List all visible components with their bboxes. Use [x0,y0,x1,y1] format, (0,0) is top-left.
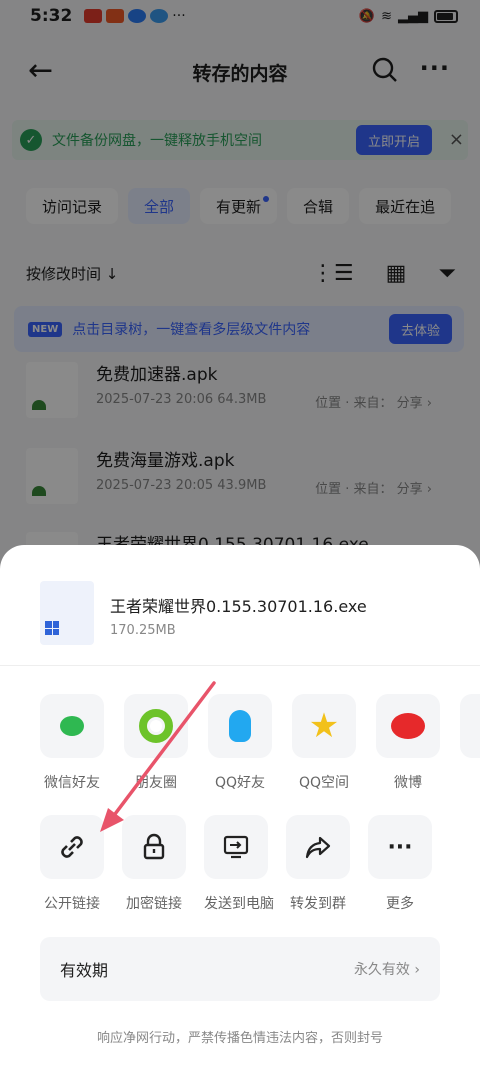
validity-value: 永久有效 › [353,962,420,978]
share-label: 朋友圈 [135,775,177,791]
public-link-button[interactable]: 公开链接 [40,815,124,913]
share-row-actions: 公开链接 加密链接 发送到电脑 转发到群 ··· 更多 [40,815,452,913]
share-label: 微信好友 [44,775,100,791]
share-weibo[interactable]: 微博 [376,694,460,792]
more-icon: ··· [368,815,432,879]
share-row-social: 微信好友 朋友圈 QQ好友 ★ QQ空间 微博 [40,694,460,792]
wechat-icon [40,694,104,758]
validity-label: 有效期 [60,961,109,980]
moments-icon [124,694,188,758]
qzone-icon: ★ [292,694,356,758]
share-label: QQ好友 [214,775,266,791]
more-share-button[interactable]: ··· 更多 [368,815,452,913]
link-icon [40,815,104,879]
footer-note: 响应净网行动，严禁传播色情违法内容，否则封号 [96,1031,383,1046]
share-label: QQ空间 [298,775,350,791]
share-label: 加密链接 [126,896,182,912]
send-to-pc-icon [204,815,268,879]
share-label: 转发到群 [290,896,346,912]
share-item-partial[interactable] [460,694,480,758]
lock-icon [122,815,186,879]
forward-to-group-button[interactable]: 转发到群 [286,815,370,913]
share-label: 发送到电脑 [204,896,274,912]
share-label: 公开链接 [44,896,100,912]
share-moments[interactable]: 朋友圈 [124,694,208,792]
share-sheet: 王者荣耀世界0.155.30701.16.exe 170.25MB 微信好友 朋… [0,545,480,1067]
encrypted-link-button[interactable]: 加密链接 [122,815,206,913]
exe-file-icon [40,581,94,645]
share-label: 微博 [394,775,422,791]
qq-icon [208,694,272,758]
forward-icon [286,815,350,879]
share-label: 更多 [386,896,414,912]
validity-setting[interactable]: 有效期 永久有效 › [40,937,440,1001]
divider [0,665,480,666]
sheet-file-size: 170.25MB [110,623,176,638]
sheet-file-name: 王者荣耀世界0.155.30701.16.exe [110,597,367,616]
send-to-pc-button[interactable]: 发送到电脑 [204,815,288,913]
sheet-file-info [40,581,94,645]
share-wechat-friend[interactable]: 微信好友 [40,694,124,792]
weibo-icon [376,694,440,758]
share-qzone[interactable]: ★ QQ空间 [292,694,376,792]
share-qq-friend[interactable]: QQ好友 [208,694,292,792]
